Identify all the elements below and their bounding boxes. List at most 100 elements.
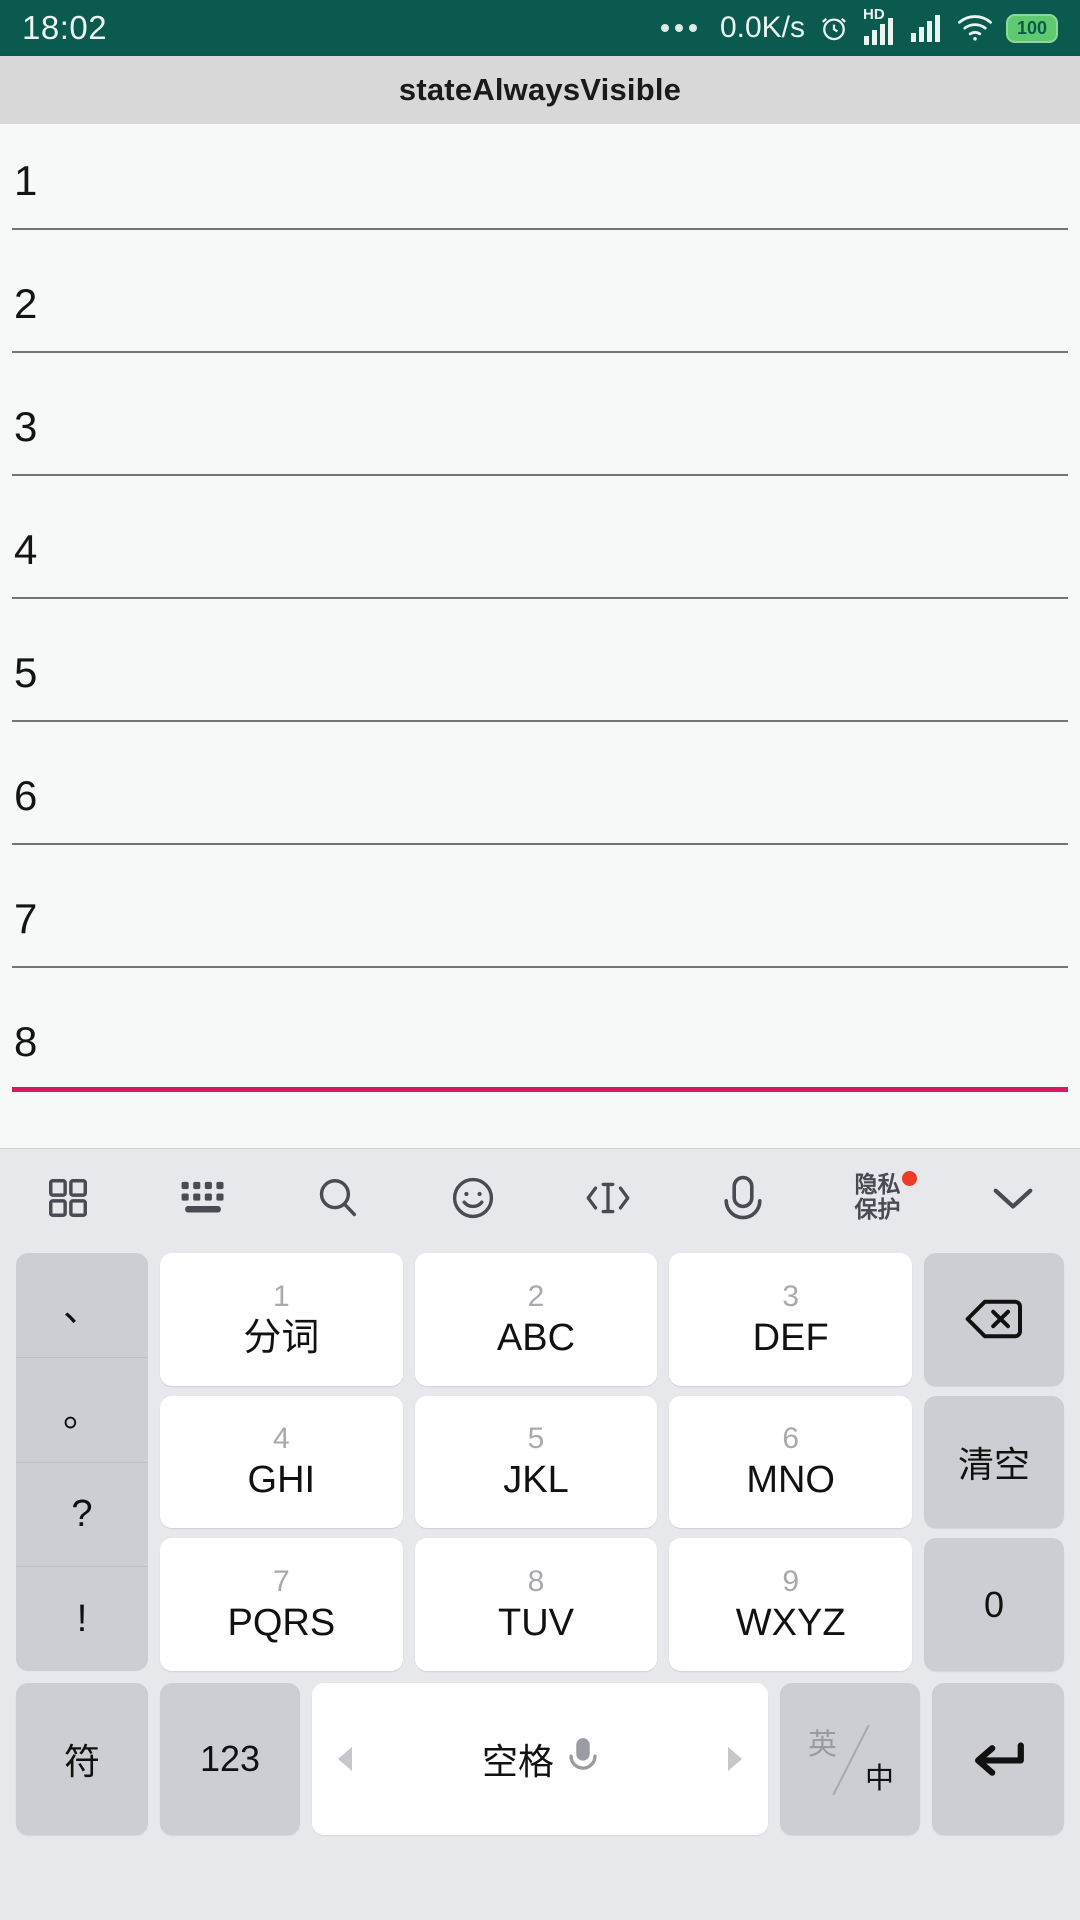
privacy-protection-button[interactable]: 隐私 保护 bbox=[810, 1149, 945, 1247]
edit-text-field-2[interactable]: 2 bbox=[8, 247, 1072, 370]
number-key-letters: JKL bbox=[503, 1459, 569, 1502]
number-key-digit: 4 bbox=[272, 1422, 290, 1456]
edit-text-field-8[interactable]: 8 bbox=[8, 985, 1072, 1108]
edit-text-field-5[interactable]: 5 bbox=[8, 616, 1072, 739]
number-key-letters: DEF bbox=[752, 1316, 829, 1359]
edit-text-value: 6 bbox=[14, 772, 38, 819]
number-key-3[interactable]: 3 DEF bbox=[669, 1253, 912, 1386]
clear-key[interactable]: 清空 bbox=[924, 1395, 1064, 1529]
edit-text-list: 1 2 3 4 5 6 7 8 bbox=[0, 124, 1080, 1148]
apps-grid-icon[interactable] bbox=[0, 1149, 135, 1247]
number-key-letters: TUV bbox=[497, 1602, 574, 1645]
space-key[interactable]: 空格 bbox=[312, 1683, 768, 1835]
edit-text-field-6[interactable]: 6 bbox=[8, 739, 1072, 862]
number-key-letters: GHI bbox=[247, 1459, 316, 1502]
number-key-grid: 1 分词 2 ABC 3 DEF 4 GHI 5 JKL 6 MNO 7 PQRS 8 TUV 9 WXYZ bbox=[160, 1253, 912, 1671]
edit-text-underline bbox=[12, 351, 1068, 353]
collapse-keyboard-icon[interactable] bbox=[945, 1149, 1080, 1247]
emoji-icon[interactable] bbox=[405, 1149, 540, 1247]
edit-text-value: 7 bbox=[14, 895, 38, 942]
number-key-digit: 5 bbox=[527, 1422, 545, 1456]
edit-text-underline bbox=[12, 597, 1068, 599]
page-title: stateAlwaysVisible bbox=[398, 72, 682, 107]
number-key-letters: ABC bbox=[496, 1316, 576, 1359]
punctuation-key-1[interactable]: 、 bbox=[16, 1253, 148, 1358]
keyboard-keys: 、。?! 1 分词 2 ABC 3 DEF 4 GHI 5 JKL 6 MNO 7 PQRS 8 TUV 9 WX… bbox=[0, 1247, 1080, 1920]
punctuation-key-2[interactable]: 。 bbox=[16, 1358, 148, 1463]
number-key-digit: 2 bbox=[527, 1279, 545, 1313]
privacy-protection-label: 隐私 保护 bbox=[855, 1173, 901, 1223]
number-key-letters: PQRS bbox=[227, 1602, 336, 1645]
number-key-letters: WXYZ bbox=[735, 1602, 846, 1645]
number-key-6[interactable]: 6 MNO bbox=[669, 1395, 912, 1529]
edit-text-underline bbox=[12, 1087, 1068, 1092]
edit-text-field-3[interactable]: 3 bbox=[8, 370, 1072, 493]
battery-icon: 100 bbox=[1006, 13, 1058, 43]
punctuation-key-3[interactable]: ? bbox=[16, 1463, 148, 1568]
backspace-key[interactable] bbox=[924, 1253, 1064, 1386]
number-key-8[interactable]: 8 TUV bbox=[414, 1538, 658, 1671]
status-bar: 18:02 0.0K/s HD 100 bbox=[0, 0, 1080, 56]
number-key-digit: 6 bbox=[782, 1422, 799, 1456]
battery-level-label: 100 bbox=[1016, 18, 1048, 38]
punctuation-key-4[interactable]: ! bbox=[16, 1567, 148, 1671]
language-toggle-glyph: 英 中 bbox=[802, 1711, 898, 1807]
edit-text-underline bbox=[12, 228, 1068, 230]
edit-text-value: 5 bbox=[14, 649, 38, 696]
number-key-2[interactable]: 2 ABC bbox=[414, 1253, 658, 1386]
number-key-9[interactable]: 9 WXYZ bbox=[669, 1538, 912, 1671]
symbols-key[interactable]: 符 bbox=[16, 1683, 148, 1835]
space-key-label: 空格 bbox=[481, 1741, 554, 1782]
enter-key[interactable] bbox=[932, 1683, 1064, 1835]
edit-text-value: 3 bbox=[14, 403, 38, 450]
number-key-digit: 9 bbox=[782, 1565, 799, 1599]
edit-text-field-7[interactable]: 7 bbox=[8, 862, 1072, 985]
microphone-icon[interactable] bbox=[675, 1149, 810, 1247]
number-key-1[interactable]: 1 分词 bbox=[160, 1253, 403, 1386]
cursor-left-icon[interactable] bbox=[338, 1747, 352, 1771]
number-key-digit: 1 bbox=[272, 1279, 290, 1313]
edit-text-value: 2 bbox=[14, 280, 38, 327]
number-key-5[interactable]: 5 JKL bbox=[414, 1395, 658, 1529]
edit-text-underline bbox=[12, 843, 1068, 845]
edit-text-value: 4 bbox=[14, 526, 38, 573]
number-key-digit: 7 bbox=[272, 1565, 290, 1599]
privacy-label-line2: 保护 bbox=[854, 1197, 901, 1223]
signal-bars-hd-icon: HD bbox=[863, 6, 897, 46]
network-speed-label: 0.0K/s bbox=[719, 11, 805, 44]
signal-bars-icon bbox=[910, 13, 944, 43]
search-icon[interactable] bbox=[270, 1149, 405, 1247]
app-title-bar: stateAlwaysVisible bbox=[0, 56, 1080, 124]
language-chinese-label: 中 bbox=[864, 1763, 894, 1795]
soft-keyboard: 隐私 保护 、。?! 1 分词 2 ABC 3 DEF 4 GHI 5 JKL 6 MNO 7 PQRS 8… bbox=[0, 1148, 1080, 1920]
keyboard-main-rows: 、。?! 1 分词 2 ABC 3 DEF 4 GHI 5 JKL 6 MNO 7 PQRS 8 TUV 9 WX… bbox=[16, 1253, 1064, 1672]
number-key-7[interactable]: 7 PQRS bbox=[160, 1538, 403, 1671]
language-toggle-key[interactable]: 英 中 bbox=[780, 1683, 920, 1835]
function-column: 清空 0 bbox=[924, 1253, 1064, 1672]
number-key-4[interactable]: 4 GHI bbox=[160, 1395, 403, 1529]
punctuation-column: 、。?! bbox=[16, 1253, 148, 1671]
notification-dot-icon bbox=[902, 1171, 917, 1186]
cursor-move-icon[interactable] bbox=[540, 1149, 675, 1247]
microphone-icon[interactable] bbox=[568, 1736, 598, 1783]
alarm-clock-icon bbox=[818, 12, 850, 44]
number-key-letters: MNO bbox=[746, 1459, 835, 1502]
keyboard-icon[interactable] bbox=[135, 1149, 270, 1247]
keyboard-toolbar: 隐私 保护 bbox=[0, 1149, 1080, 1247]
edit-text-underline bbox=[12, 720, 1068, 722]
more-dots-icon bbox=[660, 24, 697, 32]
number-key-digit: 8 bbox=[527, 1565, 545, 1599]
privacy-label-line1: 隐私 bbox=[854, 1172, 901, 1198]
edit-text-field-4[interactable]: 4 bbox=[8, 493, 1072, 616]
phone-screen: 18:02 0.0K/s HD 100 stateAlwaysVisible 1… bbox=[0, 0, 1080, 1920]
edit-text-value: 1 bbox=[14, 157, 38, 204]
numbers-mode-key[interactable]: 123 bbox=[160, 1683, 300, 1835]
number-key-letters: 分词 bbox=[243, 1316, 320, 1359]
cursor-right-icon[interactable] bbox=[728, 1747, 742, 1771]
keyboard-bottom-row: 符 123 空格 英 中 bbox=[16, 1683, 1064, 1835]
zero-key[interactable]: 0 bbox=[924, 1538, 1064, 1672]
status-bar-icons: 0.0K/s HD 100 bbox=[660, 6, 1058, 46]
edit-text-field-1[interactable]: 1 bbox=[8, 124, 1072, 247]
edit-text-value: 8 bbox=[14, 1018, 38, 1065]
number-key-digit: 3 bbox=[782, 1279, 799, 1313]
